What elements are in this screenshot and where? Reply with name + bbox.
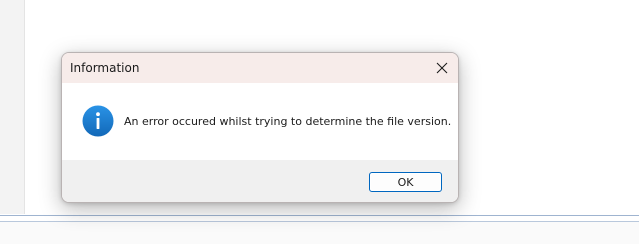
dialog-titlebar[interactable]: Information: [62, 53, 458, 83]
info-icon: [82, 105, 114, 137]
dialog-footer: OK: [62, 160, 458, 202]
background-status-area: [0, 222, 639, 244]
background-left-panel: [0, 0, 25, 214]
dialog-title: Information: [70, 61, 140, 75]
information-dialog: Information An error occured whilst tryi…: [61, 52, 459, 203]
background-divider: [0, 215, 639, 216]
close-icon: [436, 62, 448, 74]
ok-button[interactable]: OK: [369, 172, 442, 192]
dialog-message: An error occured whilst trying to determ…: [124, 115, 452, 128]
close-button[interactable]: [426, 53, 458, 83]
dialog-content: An error occured whilst trying to determ…: [62, 83, 458, 160]
